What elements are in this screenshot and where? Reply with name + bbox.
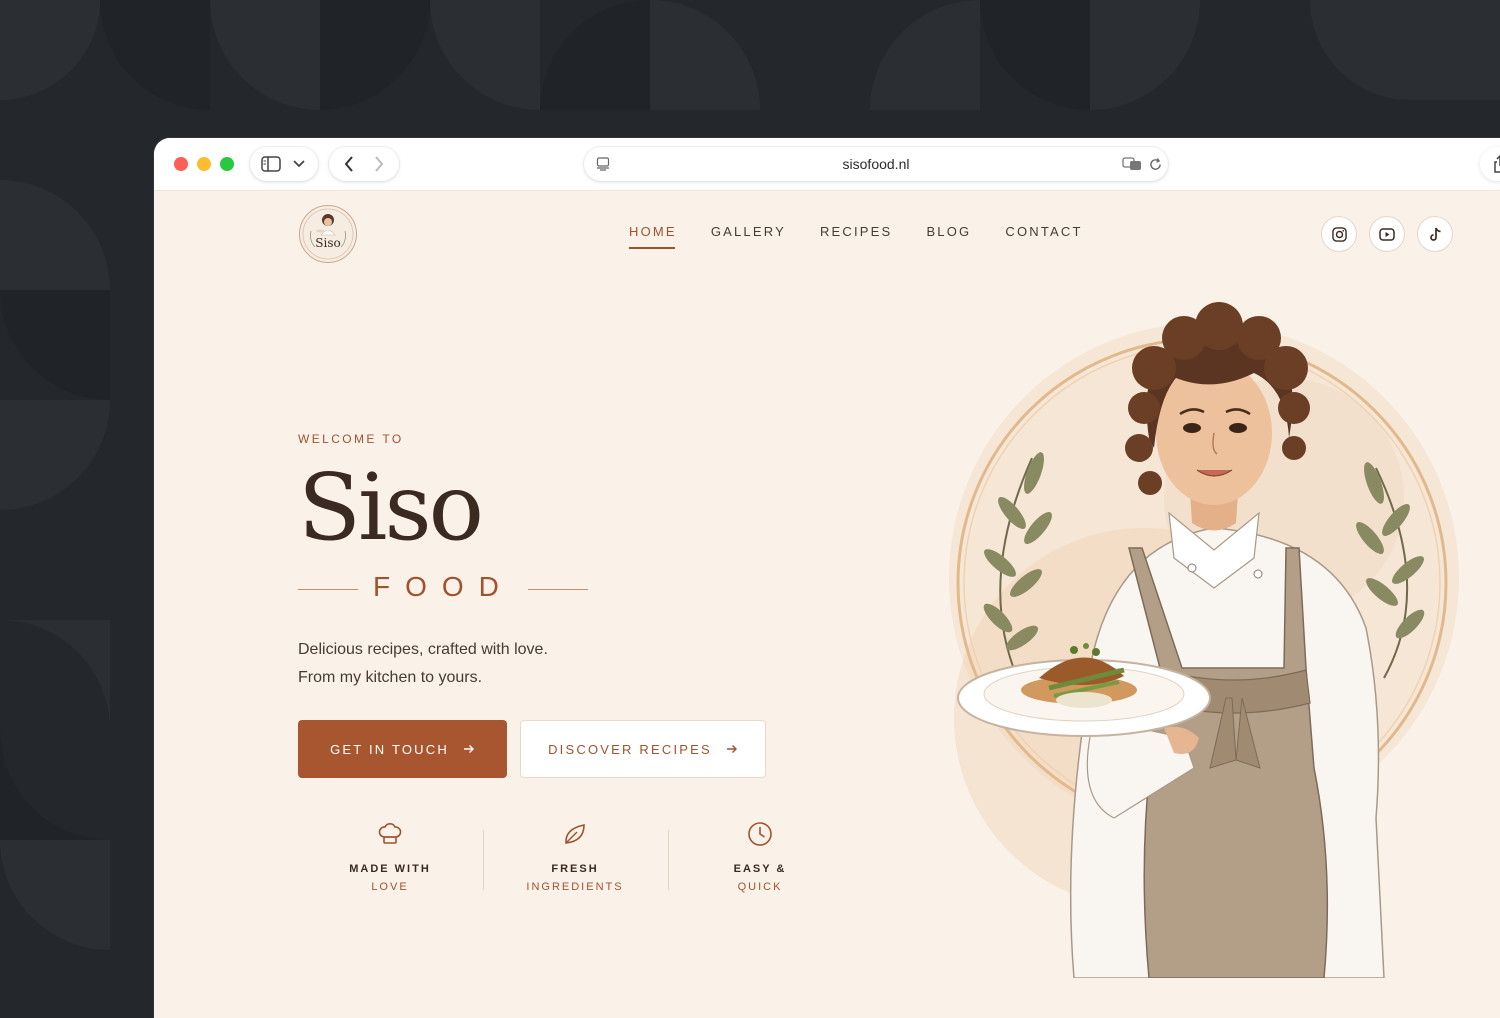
close-window-button[interactable] bbox=[174, 157, 188, 171]
chef-illustration bbox=[949, 302, 1459, 978]
brand-subtitle-row: FOOD bbox=[298, 571, 590, 607]
logo-text: Siso bbox=[315, 236, 341, 250]
feature-divider bbox=[483, 830, 484, 890]
discover-recipes-label: DISCOVER RECIPES bbox=[548, 741, 712, 757]
brand-subtitle: FOOD bbox=[373, 571, 514, 602]
translate-icon[interactable] bbox=[1120, 147, 1144, 181]
get-in-touch-button[interactable]: GET IN TOUCH bbox=[298, 720, 507, 778]
feature-title: MADE WITH bbox=[349, 863, 431, 875]
get-in-touch-label: GET IN TOUCH bbox=[330, 741, 449, 757]
sidebar-icon[interactable] bbox=[260, 147, 282, 181]
feature-divider bbox=[668, 830, 669, 890]
tagline-line-1: Delicious recipes, crafted with love. bbox=[298, 641, 548, 658]
arrow-right-icon bbox=[463, 745, 474, 753]
youtube-button[interactable] bbox=[1369, 216, 1405, 252]
feature-made-with-love: MADE WITH LOVE bbox=[315, 821, 465, 893]
nav-item-gallery[interactable]: GALLERY bbox=[711, 224, 786, 249]
history-nav-group bbox=[329, 147, 399, 181]
address-bar[interactable]: sisofood.nl bbox=[584, 147, 1168, 181]
feature-title: FRESH bbox=[551, 863, 599, 875]
feature-subtitle: INGREDIENTS bbox=[526, 881, 624, 893]
share-button[interactable] bbox=[1480, 147, 1500, 181]
zoom-window-button[interactable] bbox=[220, 157, 234, 171]
discover-recipes-button[interactable]: DISCOVER RECIPES bbox=[520, 720, 766, 778]
brand-title: Siso bbox=[298, 454, 484, 561]
reload-icon[interactable] bbox=[1144, 147, 1166, 181]
forward-button[interactable] bbox=[367, 147, 391, 181]
instagram-icon bbox=[1331, 226, 1347, 242]
nav-item-contact[interactable]: CONTACT bbox=[1005, 224, 1082, 249]
arrow-right-icon bbox=[726, 745, 737, 753]
share-icon[interactable] bbox=[1490, 147, 1500, 181]
browser-titlebar: sisofood.nl bbox=[154, 138, 1500, 191]
feature-fresh-ingredients: FRESH INGREDIENTS bbox=[500, 821, 650, 893]
chef-hat-icon bbox=[378, 823, 402, 844]
feature-title: EASY & bbox=[733, 863, 787, 875]
minimize-window-button[interactable] bbox=[197, 157, 211, 171]
feature-easy-quick: EASY & QUICK bbox=[685, 821, 835, 893]
tiktok-icon bbox=[1429, 227, 1441, 241]
sidebar-toggle-group[interactable] bbox=[250, 147, 318, 181]
site-header: Siso HOME GALLERY RECIPES BLOG CONTACT bbox=[154, 190, 1500, 280]
url-text[interactable]: sisofood.nl bbox=[584, 147, 1168, 181]
site-logo[interactable]: Siso bbox=[299, 205, 357, 263]
feature-subtitle: LOVE bbox=[371, 881, 409, 893]
divider-line-left bbox=[298, 589, 358, 590]
tagline: Delicious recipes, crafted with love. Fr… bbox=[298, 636, 548, 692]
nav-item-blog[interactable]: BLOG bbox=[926, 224, 971, 249]
chevron-down-icon[interactable] bbox=[288, 147, 310, 181]
back-button[interactable] bbox=[337, 147, 361, 181]
tiktok-button[interactable] bbox=[1417, 216, 1453, 252]
instagram-button[interactable] bbox=[1321, 216, 1357, 252]
leaf-icon bbox=[565, 824, 585, 844]
welcome-eyebrow: WELCOME TO bbox=[298, 432, 404, 446]
nav-item-home[interactable]: HOME bbox=[629, 224, 677, 249]
youtube-icon bbox=[1379, 227, 1395, 241]
clock-icon bbox=[748, 822, 772, 846]
browser-window: sisofood.nl Siso HOME GALLERY RECIPES BL… bbox=[154, 138, 1500, 1018]
tagline-line-2: From my kitchen to yours. bbox=[298, 669, 483, 686]
main-nav: HOME GALLERY RECIPES BLOG CONTACT bbox=[629, 224, 1117, 249]
feature-subtitle: QUICK bbox=[737, 881, 783, 893]
nav-item-recipes[interactable]: RECIPES bbox=[820, 224, 892, 249]
divider-line-right bbox=[528, 589, 588, 590]
